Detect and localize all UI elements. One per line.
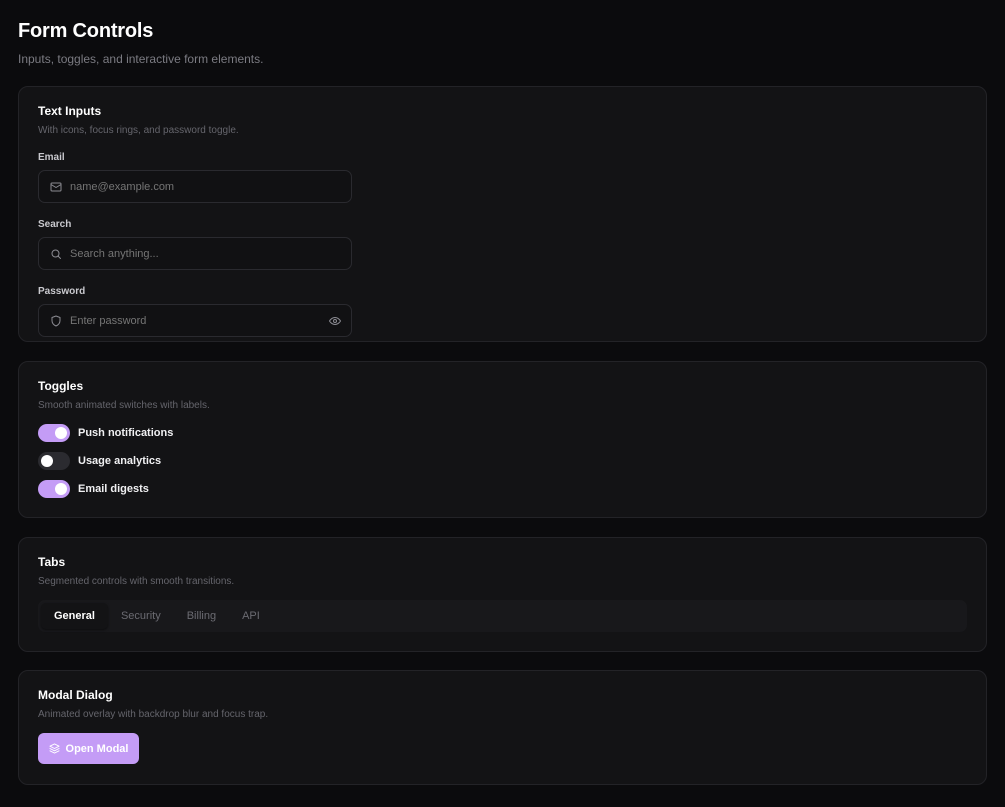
switch-knob bbox=[55, 483, 67, 495]
switch-knob bbox=[41, 455, 53, 467]
switch-knob bbox=[55, 427, 67, 439]
text-inputs-card: Text Inputs With icons, focus rings, and… bbox=[18, 86, 987, 342]
toggle-row-email-digests[interactable]: Email digests bbox=[38, 480, 967, 498]
card-title: Modal Dialog bbox=[38, 688, 113, 702]
layers-icon bbox=[48, 743, 60, 754]
card-title: Toggles bbox=[38, 379, 84, 393]
search-field[interactable] bbox=[38, 237, 352, 270]
card-description: Animated overlay with backdrop blur and … bbox=[38, 709, 269, 720]
email-label: Email bbox=[38, 152, 65, 163]
card-description: Segmented controls with smooth transitio… bbox=[38, 576, 235, 587]
card-title: Tabs bbox=[38, 555, 66, 569]
eye-icon[interactable] bbox=[329, 315, 341, 327]
password-input[interactable] bbox=[70, 314, 329, 327]
email-field[interactable] bbox=[38, 170, 352, 203]
password-field[interactable] bbox=[38, 304, 352, 337]
search-input[interactable] bbox=[70, 247, 341, 260]
page: Form Controls Inputs, toggles, and inter… bbox=[0, 0, 1005, 785]
email-input[interactable] bbox=[70, 180, 341, 193]
password-label: Password bbox=[38, 286, 86, 297]
tab-bar: General Security Billing API bbox=[38, 600, 967, 632]
tabs-card: Tabs Segmented controls with smooth tran… bbox=[18, 537, 987, 652]
open-modal-label: Open Modal bbox=[65, 742, 129, 755]
page-subtitle: Inputs, toggles, and interactive form el… bbox=[18, 52, 264, 66]
search-label: Search bbox=[38, 219, 72, 230]
usage-analytics-switch[interactable] bbox=[38, 452, 70, 470]
tab-general[interactable]: General bbox=[41, 603, 108, 629]
open-modal-button[interactable]: Open Modal bbox=[38, 733, 139, 764]
toggle-label: Push notifications bbox=[78, 427, 174, 439]
email-digests-switch[interactable] bbox=[38, 480, 70, 498]
shield-icon bbox=[50, 315, 62, 327]
search-icon bbox=[50, 248, 62, 260]
toggle-row-usage-analytics[interactable]: Usage analytics bbox=[38, 452, 967, 470]
toggle-label: Email digests bbox=[78, 483, 149, 495]
tab-api[interactable]: API bbox=[229, 603, 273, 629]
push-notifications-switch[interactable] bbox=[38, 424, 70, 442]
mail-icon bbox=[50, 181, 62, 193]
card-description: Smooth animated switches with labels. bbox=[38, 400, 210, 411]
card-title: Text Inputs bbox=[38, 104, 102, 118]
toggles-card: Toggles Smooth animated switches with la… bbox=[18, 361, 987, 518]
toggle-label: Usage analytics bbox=[78, 455, 162, 467]
toggle-row-push-notifications[interactable]: Push notifications bbox=[38, 424, 967, 442]
tab-security[interactable]: Security bbox=[108, 603, 174, 629]
modal-card: Modal Dialog Animated overlay with backd… bbox=[18, 670, 987, 785]
page-title: Form Controls bbox=[18, 20, 154, 42]
card-description: With icons, focus rings, and password to… bbox=[38, 125, 239, 136]
tab-billing[interactable]: Billing bbox=[174, 603, 229, 629]
